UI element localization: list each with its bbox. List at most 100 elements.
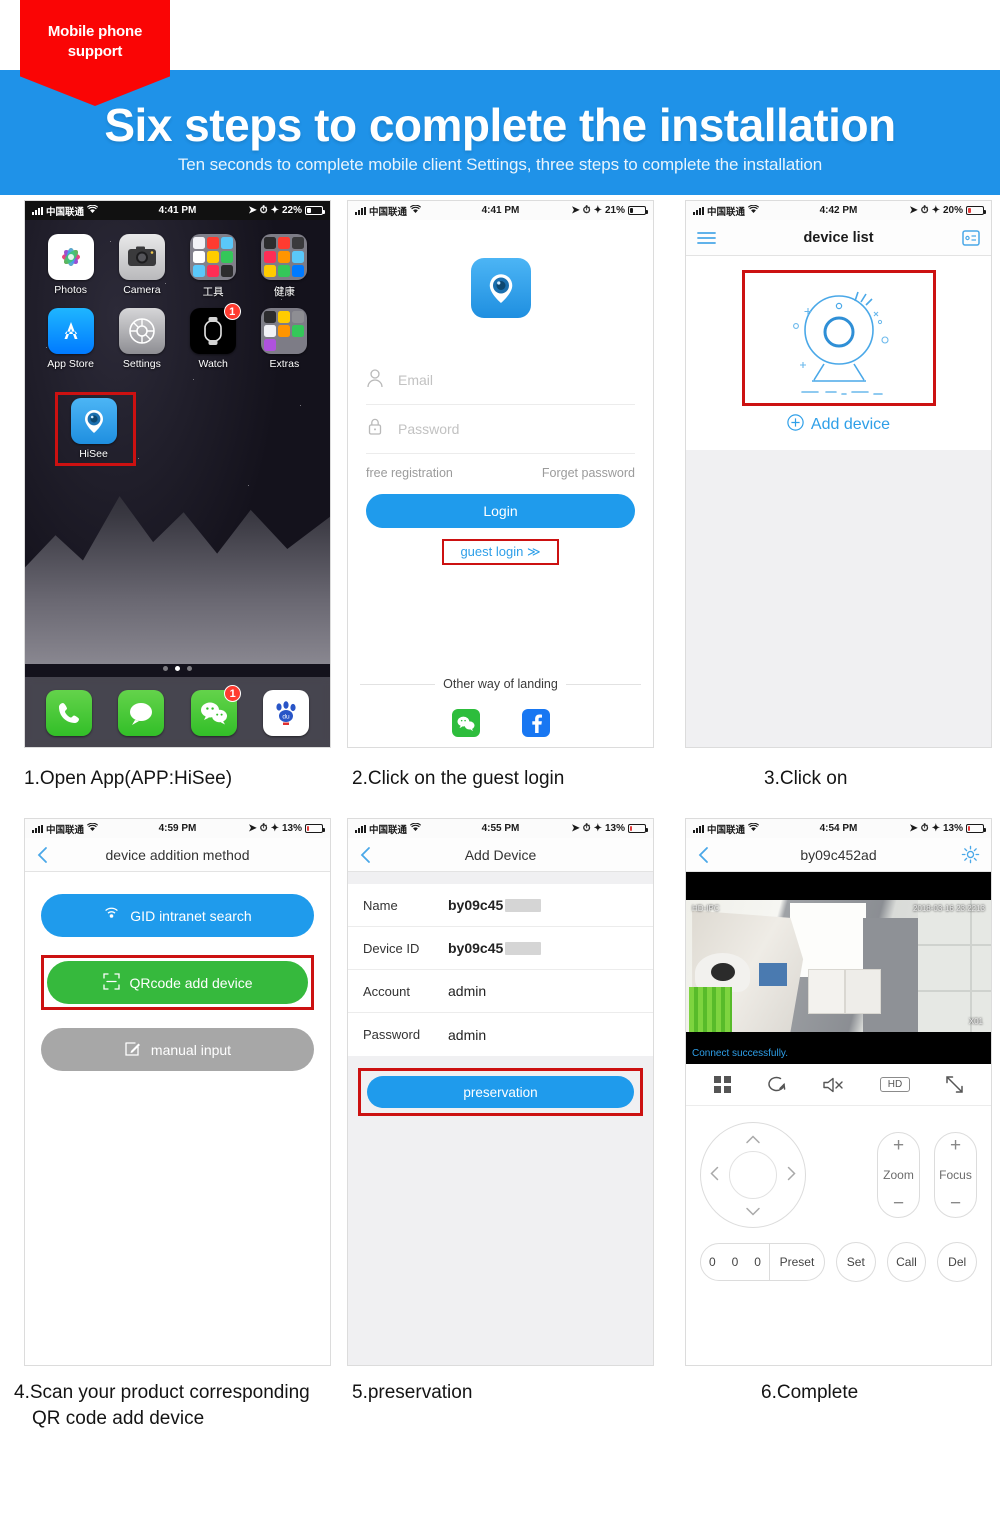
scene-tile-wall (917, 900, 991, 1032)
app-photos[interactable]: Photos (39, 234, 102, 299)
camera-illustration-highlight-box[interactable] (741, 270, 936, 406)
preset-numbers[interactable]: 0 0 0 (701, 1255, 769, 1269)
step-3-cell: 中国联通 4:42 PM ➤ ⏱ ✦ 20% device list Add d… (666, 200, 999, 792)
device-list-screen: device list Add device (686, 220, 991, 747)
battery-percent-1: 22% (281, 205, 302, 216)
email-field[interactable]: Email (366, 356, 635, 405)
carrier-label: 中国联通 (369, 206, 408, 218)
location-arrow-icon: ➤ (571, 205, 580, 216)
ribbon-line-2: support (67, 43, 123, 60)
page-dot-active[interactable] (175, 666, 180, 671)
preset-field[interactable]: 0 0 0 Preset (700, 1243, 825, 1281)
page-dot[interactable] (163, 666, 168, 671)
location-arrow-icon: ➤ (909, 823, 918, 834)
video-player[interactable]: HD-IPC 2018-03-16 23:2213 X01 Connect su… (686, 872, 991, 1064)
battery-icon-6 (966, 824, 986, 833)
preservation-highlight-box: preservation (358, 1068, 643, 1116)
phone-screen-1: 中国联通 4:41 PM ➤ ⏱ ✦ 22% Photos Camera 工具 … (24, 200, 331, 748)
form-row-account[interactable]: Account admin (348, 970, 653, 1013)
back-chevron-icon[interactable] (359, 846, 372, 864)
preset-digit-3[interactable]: 0 (754, 1255, 761, 1269)
ptz-down-arrow-icon[interactable] (746, 1203, 761, 1219)
video-overlay-channel: X01 (968, 1017, 983, 1026)
step-6-caption: 6.Complete (761, 1382, 859, 1403)
preset-set-button[interactable]: Set (835, 1242, 876, 1282)
app-label: Extras (269, 358, 300, 370)
app-camera[interactable]: Camera (110, 234, 173, 299)
zoom-minus-button[interactable]: − (893, 1194, 904, 1213)
zoom-control[interactable]: + Zoom − (877, 1132, 920, 1218)
ptz-right-arrow-icon[interactable] (787, 1166, 796, 1184)
app-app-store[interactable]: App Store (39, 308, 102, 370)
other-way-label: Other way of landing (443, 677, 558, 691)
folder-icon (261, 308, 308, 354)
bluetooth-icon: ✦ (270, 823, 279, 834)
camera-illustration-icon (792, 291, 889, 395)
password-field[interactable]: Password (366, 405, 635, 454)
guest-login-label: guest login (460, 544, 524, 559)
battery-icon-3 (966, 206, 986, 215)
forget-password-link[interactable]: Forget password (542, 466, 635, 480)
manual-input-button[interactable]: manual input (41, 1028, 314, 1071)
list-view-icon[interactable] (962, 229, 980, 247)
preset-digit-1[interactable]: 0 (709, 1255, 716, 1269)
dock-phone[interactable] (38, 690, 101, 736)
preservation-button[interactable]: preservation (367, 1076, 634, 1108)
qrcode-add-device-button[interactable]: QRcode add device (47, 961, 308, 1004)
focus-minus-button[interactable]: − (950, 1194, 961, 1213)
add-device-button[interactable]: Add device (686, 406, 991, 436)
field-value-text: by09c45 (448, 897, 504, 913)
app-settings[interactable]: Settings (110, 308, 173, 370)
dock-baidu[interactable]: du (254, 690, 317, 736)
app-folder-health[interactable]: 健康 (253, 234, 316, 299)
rotate-icon[interactable] (767, 1075, 788, 1094)
battery-icon-5 (628, 824, 648, 833)
preset-del-button[interactable]: Del (937, 1242, 978, 1282)
hisee-highlight-box: HiSee (55, 392, 136, 466)
dock-messages[interactable] (110, 690, 173, 736)
alarm-icon: ⏱ (259, 205, 268, 216)
fullscreen-icon[interactable] (945, 1075, 964, 1094)
status-bar-6: 中国联通 4:54 PM ➤ ⏱ ✦ 13% (686, 819, 991, 838)
gid-intranet-search-button[interactable]: GID intranet search (41, 894, 314, 937)
preset-call-button[interactable]: Call (886, 1242, 927, 1282)
wechat-icon[interactable] (451, 709, 480, 737)
facebook-icon[interactable] (521, 709, 550, 737)
back-chevron-icon[interactable] (36, 846, 49, 864)
page-dot[interactable] (187, 666, 192, 671)
login-button[interactable]: Login (366, 494, 635, 528)
signal-bars-icon (355, 824, 366, 833)
focus-control[interactable]: + Focus − (934, 1132, 977, 1218)
form-row-name[interactable]: Name by09c45 (348, 884, 653, 927)
app-label: 工具 (202, 286, 224, 298)
form-row-password[interactable]: Password admin (348, 1013, 653, 1056)
grid-view-icon[interactable] (713, 1075, 732, 1094)
connection-status-text: Connect successfully. (692, 1048, 788, 1059)
divider-line-right (565, 683, 641, 685)
focus-plus-button[interactable]: + (950, 1136, 961, 1155)
ptz-dpad[interactable] (700, 1122, 806, 1228)
step-6-cell: 中国联通 4:54 PM ➤ ⏱ ✦ 13% by09c452ad HD-IPC… (666, 818, 999, 1432)
hamburger-icon[interactable] (697, 231, 716, 245)
app-folder-extras[interactable]: Extras (253, 308, 316, 370)
battery-percent-2: 21% (604, 205, 625, 216)
back-chevron-icon[interactable] (697, 846, 710, 864)
gear-icon[interactable] (961, 845, 980, 864)
app-folder-tools[interactable]: 工具 (182, 234, 245, 299)
live-view-navbar: by09c452ad (686, 838, 991, 872)
carrier-label: 中国联通 (707, 206, 746, 218)
free-registration-link[interactable]: free registration (366, 466, 453, 480)
ptz-left-arrow-icon[interactable] (710, 1166, 719, 1184)
hd-quality-chip[interactable]: HD (879, 1077, 911, 1092)
form-row-device-id[interactable]: Device ID by09c45 (348, 927, 653, 970)
app-hisee[interactable]: HiSee (62, 398, 125, 460)
ptz-center-button[interactable] (729, 1151, 777, 1199)
zoom-plus-button[interactable]: + (893, 1136, 904, 1155)
ptz-up-arrow-icon[interactable] (746, 1131, 761, 1147)
dock-wechat[interactable]: 1 (182, 685, 245, 736)
app-watch[interactable]: 1 Watch (182, 303, 245, 370)
signal-bars-icon (355, 206, 366, 215)
preset-digit-2[interactable]: 0 (732, 1255, 739, 1269)
guest-login-link[interactable]: guest login ≫ (460, 544, 540, 560)
mute-speaker-icon[interactable] (822, 1076, 845, 1094)
